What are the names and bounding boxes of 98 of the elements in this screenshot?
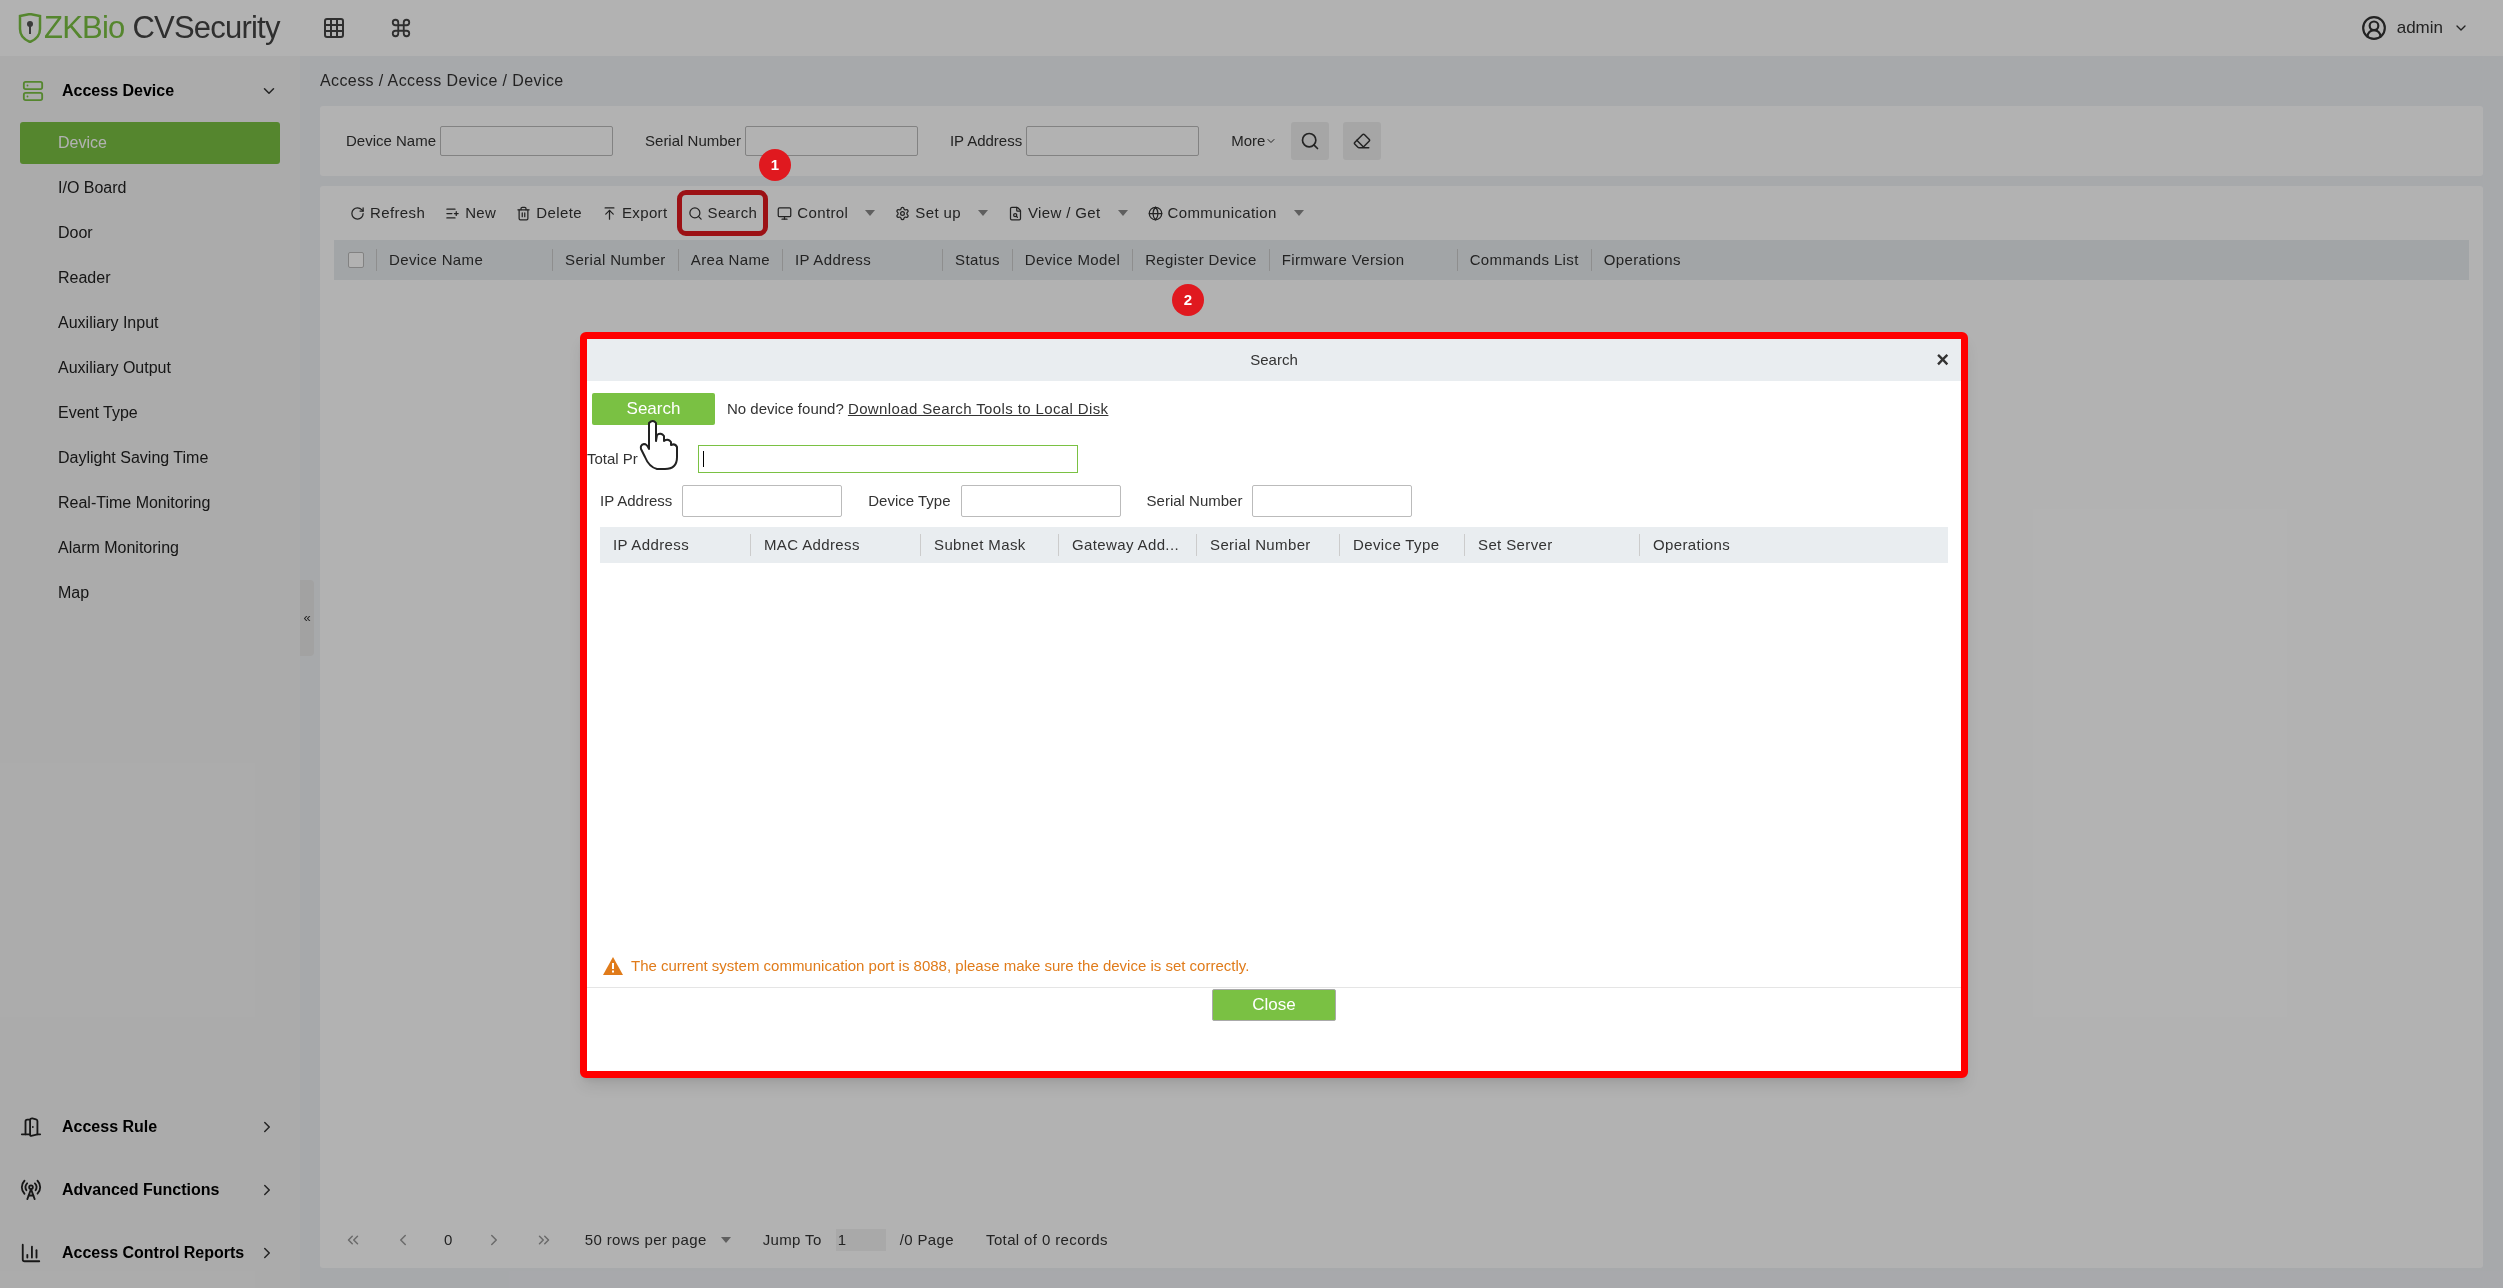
field-label: Device Name (346, 130, 437, 151)
page-number: 0 (444, 1229, 453, 1250)
sidebar-item[interactable]: Daylight Saving Time (20, 437, 280, 479)
jump-field[interactable]: 1 (835, 1229, 886, 1251)
column-header[interactable]: Register Device (1132, 248, 1269, 272)
column-header[interactable]: Serial Number (552, 248, 678, 272)
sidebar-item[interactable]: Auxiliary Input (20, 302, 280, 344)
field-label: Serial Number (1146, 490, 1243, 511)
toolbar-button[interactable]: Refresh (344, 195, 432, 231)
gear-icon (895, 205, 911, 221)
sidebar-item[interactable]: Auxiliary Output (20, 347, 280, 389)
dialog-title: Search (1250, 349, 1298, 370)
caret-icon (1117, 210, 1128, 216)
column-header[interactable]: Area Name (677, 248, 782, 272)
caret-icon (1293, 210, 1304, 216)
sidebar-item[interactable]: Alarm Monitoring (20, 527, 280, 569)
sidebar-item[interactable]: Real-Time Monitoring (20, 482, 280, 524)
toolbar-button[interactable]: Search (681, 195, 764, 231)
toolbar-button[interactable]: Control (771, 195, 882, 231)
user-name[interactable]: admin (2396, 15, 2443, 41)
column-header[interactable]: IP Address (600, 533, 750, 557)
warning-icon (603, 956, 623, 975)
list-plus-icon (445, 205, 461, 221)
monitor-icon (777, 205, 793, 221)
sidebar-item[interactable]: I/O Board (20, 167, 280, 209)
page-count: /0 Page (899, 1229, 954, 1250)
text-field[interactable] (440, 126, 614, 156)
menu-section-title[interactable]: Access Control Reports (62, 1240, 245, 1265)
jump-label: Jump To (762, 1229, 822, 1250)
toolbar-button[interactable]: Export (595, 195, 674, 231)
toolbar-button[interactable]: Set up (889, 195, 994, 231)
toolbar-button[interactable]: View / Get (1001, 195, 1134, 231)
field-label: Device Type (868, 490, 951, 511)
column-header[interactable]: Device Model (1011, 248, 1133, 272)
shield-logo-icon (18, 13, 42, 43)
toolbar-button[interactable]: Delete (510, 195, 588, 231)
search-icon (687, 205, 703, 221)
menu-section-title[interactable]: Advanced Functions (62, 1177, 220, 1202)
text-field[interactable] (960, 485, 1121, 517)
text-field[interactable] (744, 126, 918, 156)
clear-button[interactable] (1343, 122, 1382, 160)
column-header[interactable]: Device Type (1339, 533, 1464, 557)
column-header[interactable]: Commands List (1456, 248, 1591, 272)
signal-icon (20, 1178, 42, 1201)
column-header[interactable]: MAC Address (750, 533, 920, 557)
column-header[interactable]: Operations (1590, 248, 1693, 272)
toolbar-button[interactable]: New (439, 195, 503, 231)
field-label: Serial Number (645, 130, 741, 151)
bar-chart-icon (20, 1241, 42, 1264)
sidebar-item[interactable]: Reader (20, 257, 280, 299)
refresh-icon (350, 205, 365, 221)
search-button[interactable] (1291, 122, 1330, 160)
column-header[interactable]: Device Name (376, 248, 552, 272)
apps-grid-icon[interactable] (321, 16, 346, 40)
eraser-icon (1353, 132, 1372, 150)
text-field[interactable] (1252, 485, 1413, 517)
sidebar-item[interactable]: Door (20, 212, 280, 254)
sidebar-item[interactable]: Event Type (20, 392, 280, 434)
sidebar-item[interactable]: Map (20, 572, 280, 614)
rows-per-page-dropdown[interactable]: 50 rows per page (584, 1228, 731, 1252)
caret-icon (720, 1237, 731, 1243)
field-label: IP Address (600, 490, 673, 511)
text-field[interactable] (1026, 126, 1200, 156)
column-header[interactable]: Status (942, 248, 1012, 272)
trash-icon (516, 205, 532, 221)
globe-icon (1147, 205, 1163, 221)
breadcrumb: Access / Access Device / Device (320, 71, 565, 91)
column-header[interactable]: Set Server (1464, 533, 1639, 557)
column-header[interactable]: Gateway Add... (1058, 533, 1196, 557)
field-label: IP Address (949, 130, 1023, 151)
download-link[interactable]: Download Search Tools to Local Disk (847, 399, 1109, 417)
warning-message: The current system communication port is 8088, please make sure the device is set correctly. (631, 955, 1250, 976)
hand-cursor-icon (639, 419, 681, 471)
record-count: Total of 0 records (986, 1229, 1108, 1250)
caret-icon (977, 210, 988, 216)
device-icon (22, 79, 44, 103)
file-search-icon (1007, 205, 1023, 221)
door-icon (20, 1115, 42, 1138)
field-label: Total Pr (587, 448, 638, 469)
user-avatar-icon (2360, 15, 2387, 41)
caret-icon (865, 210, 876, 216)
menu-section-title[interactable]: Access Device (62, 79, 175, 103)
menu-section-title[interactable]: Access Rule (62, 1114, 158, 1139)
text-field[interactable] (682, 485, 843, 517)
column-header[interactable]: Operations (1639, 533, 1744, 557)
select-all-checkbox[interactable] (348, 252, 364, 268)
command-icon[interactable] (389, 17, 412, 39)
logo-text: ZKBio CVSecurity (44, 8, 280, 47)
column-header[interactable]: Serial Number (1196, 533, 1339, 557)
close-button[interactable]: × (1936, 349, 1949, 371)
search-icon (1300, 131, 1321, 151)
hint-text: No device found? Download Search Tools to Local Disk (727, 398, 1109, 419)
column-header[interactable]: IP Address (782, 248, 942, 272)
toolbar-button[interactable]: Communication (1141, 195, 1310, 231)
column-header[interactable]: Subnet Mask (920, 533, 1058, 557)
collapse-handle[interactable]: « (300, 580, 314, 656)
more-button[interactable]: More (1231, 129, 1278, 153)
column-header[interactable]: Firmware Version (1268, 248, 1457, 272)
